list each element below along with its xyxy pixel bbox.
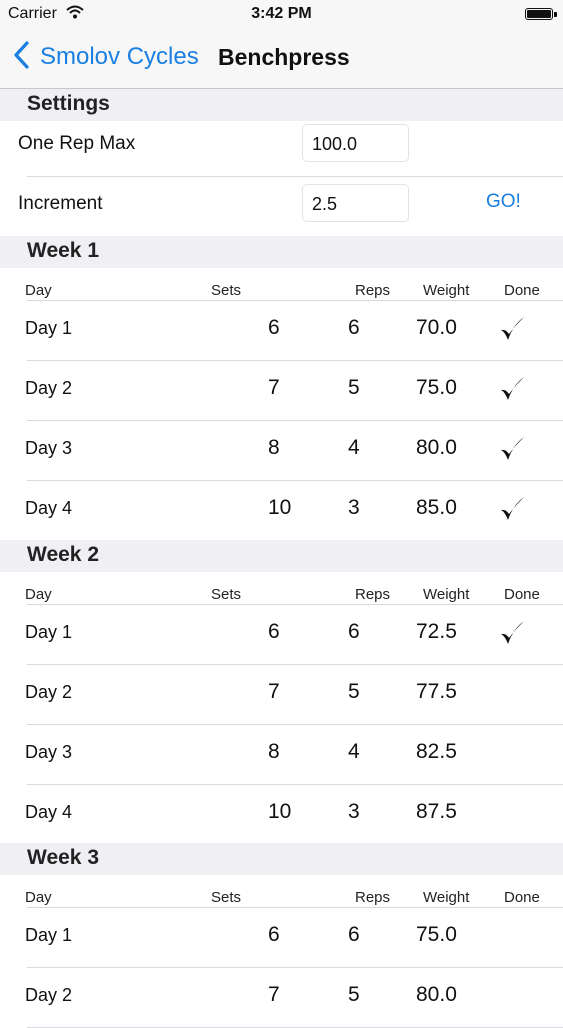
week-title: Week 2 <box>27 543 99 566</box>
cell-reps: 4 <box>348 740 360 763</box>
increment-field[interactable]: 2.5 <box>302 184 409 222</box>
column-header-day: Day <box>25 282 52 299</box>
cell-day: Day 2 <box>25 682 73 702</box>
cell-day: Day 4 <box>25 802 73 822</box>
cell-day: Day 1 <box>25 318 73 338</box>
cell-weight: 75.0 <box>416 376 457 399</box>
cell-sets: 6 <box>268 316 280 339</box>
column-header-weight: Weight <box>423 586 470 603</box>
table-row[interactable]: Day 1 6 6 75.0 <box>0 907 563 967</box>
table-row[interactable]: Day 4 10 3 87.5 <box>0 784 563 844</box>
column-header-sets: Sets <box>211 889 242 906</box>
cell-weight: 87.5 <box>416 800 457 823</box>
checkmark-icon[interactable] <box>498 374 526 404</box>
cell-day: Day 4 <box>25 498 73 518</box>
table-row[interactable]: Day 2 7 5 75.0 <box>0 360 563 420</box>
week-title: Week 3 <box>27 846 99 869</box>
table-row[interactable]: Day 1 6 6 70.0 <box>0 300 563 360</box>
cell-sets: 10 <box>268 496 292 519</box>
cell-reps: 4 <box>348 436 360 459</box>
navigation-bar: Carrier 3:42 PM Smolov Cycles Benchpress <box>0 0 563 89</box>
cell-reps: 5 <box>348 983 360 1006</box>
week-header: Week 2 <box>0 540 563 572</box>
cell-sets: 8 <box>268 740 280 763</box>
increment-label: Increment <box>18 193 103 214</box>
cell-reps: 6 <box>348 316 360 339</box>
battery-icon <box>525 8 557 20</box>
cell-weight: 77.5 <box>416 680 457 703</box>
column-header-weight: Weight <box>423 889 470 906</box>
cell-sets: 6 <box>268 923 280 946</box>
back-button[interactable]: Smolov Cycles <box>12 40 199 74</box>
cell-day: Day 2 <box>25 985 73 1005</box>
week-title: Week 1 <box>27 239 99 262</box>
table-row[interactable]: Day 4 10 3 85.0 <box>0 480 563 540</box>
column-header-reps: Reps <box>355 282 391 299</box>
cell-reps: 3 <box>348 800 360 823</box>
checkmark-icon[interactable] <box>498 618 526 648</box>
column-header-day: Day <box>25 586 52 603</box>
column-header-reps: Reps <box>355 586 391 603</box>
cell-sets: 10 <box>268 800 292 823</box>
table-row[interactable]: Day 1 6 6 72.5 <box>0 604 563 664</box>
status-time: 3:42 PM <box>251 5 312 22</box>
cell-reps: 6 <box>348 620 360 643</box>
column-header-done: Done <box>504 889 540 906</box>
cell-day: Day 3 <box>25 742 73 762</box>
cell-sets: 6 <box>268 620 280 643</box>
one-rep-max-label: One Rep Max <box>18 133 136 154</box>
column-header-weight: Weight <box>423 282 470 299</box>
cell-weight: 72.5 <box>416 620 457 643</box>
cell-weight: 75.0 <box>416 923 457 946</box>
cell-sets: 7 <box>268 680 280 703</box>
cell-sets: 7 <box>268 376 280 399</box>
cell-day: Day 1 <box>25 925 73 945</box>
cell-sets: 7 <box>268 983 280 1006</box>
chevron-left-icon <box>12 40 32 75</box>
settings-header: Settings <box>0 89 563 121</box>
table-row[interactable]: Day 3 8 4 82.5 <box>0 724 563 784</box>
go-button[interactable]: GO! <box>486 191 521 213</box>
cell-weight: 85.0 <box>416 496 457 519</box>
cell-weight: 82.5 <box>416 740 457 763</box>
checkmark-icon[interactable] <box>498 494 526 524</box>
cell-reps: 6 <box>348 923 360 946</box>
divider <box>27 176 563 177</box>
cell-reps: 5 <box>348 680 360 703</box>
cell-day: Day 2 <box>25 378 73 398</box>
column-header-day: Day <box>25 889 52 906</box>
cell-weight: 80.0 <box>416 436 457 459</box>
cell-day: Day 3 <box>25 438 73 458</box>
page-title: Benchpress <box>218 44 350 70</box>
cell-reps: 5 <box>348 376 360 399</box>
column-header-sets: Sets <box>211 586 242 603</box>
cell-weight: 70.0 <box>416 316 457 339</box>
column-header-done: Done <box>504 282 540 299</box>
checkmark-icon[interactable] <box>498 434 526 464</box>
week-header: Week 3 <box>0 843 563 875</box>
back-button-label: Smolov Cycles <box>40 43 199 70</box>
column-header-reps: Reps <box>355 889 391 906</box>
cell-reps: 3 <box>348 496 360 519</box>
table-row[interactable]: Day 3 8 4 80.0 <box>0 420 563 480</box>
column-header-done: Done <box>504 586 540 603</box>
table-row[interactable]: Day 2 7 5 80.0 <box>0 967 563 1027</box>
settings-header-label: Settings <box>27 92 110 115</box>
cell-sets: 8 <box>268 436 280 459</box>
week-header: Week 1 <box>0 236 563 268</box>
cell-weight: 80.0 <box>416 983 457 1006</box>
checkmark-icon[interactable] <box>498 314 526 344</box>
table-row[interactable]: Day 2 7 5 77.5 <box>0 664 563 724</box>
status-bar: Carrier 3:42 PM <box>0 0 563 28</box>
cell-day: Day 1 <box>25 622 73 642</box>
column-header-sets: Sets <box>211 282 242 299</box>
one-rep-max-field[interactable]: 100.0 <box>302 124 409 162</box>
